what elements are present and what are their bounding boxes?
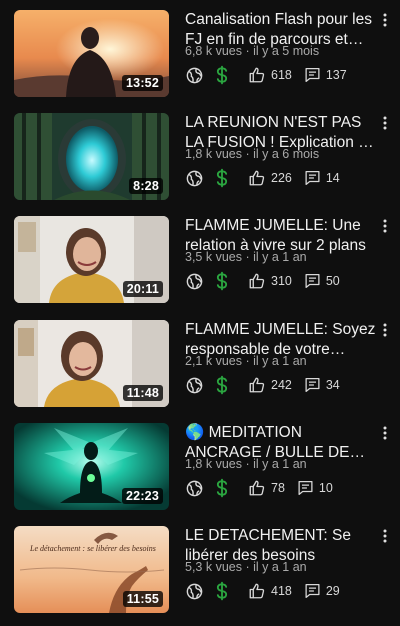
dollar-icon [214, 581, 230, 601]
video-duration: 8:28 [129, 178, 163, 194]
globe-icon [185, 272, 204, 291]
video-thumbnail[interactable]: 22:23 [14, 423, 169, 510]
like-count: 78 [271, 481, 285, 495]
globe-icon [185, 169, 204, 188]
video-duration: 20:11 [122, 281, 163, 297]
video-row[interactable]: 13:52 Canalisation Flash pour les FJ en … [0, 10, 400, 110]
dollar-icon [214, 65, 230, 85]
comment-count: 34 [325, 378, 340, 392]
video-thumbnail[interactable]: 20:11 [14, 216, 169, 303]
like-count: 618 [271, 68, 292, 82]
video-duration: 13:52 [122, 75, 163, 91]
like-count: 310 [271, 274, 292, 288]
comment-icon [304, 66, 321, 84]
video-meta: 3,5 k vues · il y a 1 an [185, 250, 307, 264]
upload-age: il y a 1 an [253, 457, 307, 471]
video-duration: 11:48 [122, 385, 163, 401]
upload-age: il y a 1 an [253, 560, 307, 574]
video-row[interactable]: 11:48 FLAMME JUMELLE: Soyez responsable … [0, 320, 400, 420]
like-count: 242 [271, 378, 292, 392]
comment-count: 29 [325, 584, 340, 598]
comment-icon [304, 169, 321, 187]
more-vert-icon[interactable] [377, 111, 393, 135]
video-row[interactable]: 20:11 FLAMME JUMELLE: Une relation à viv… [0, 216, 400, 316]
thumbs-up-icon [248, 582, 266, 600]
globe-icon [185, 479, 204, 498]
video-thumbnail[interactable]: Le détachement : se libérer des besoins … [14, 526, 169, 613]
video-meta: 6,8 k vues · il y a 5 mois [185, 44, 320, 58]
view-count: 2,1 k vues [185, 354, 242, 368]
dollar-icon [214, 168, 230, 188]
more-vert-icon[interactable] [377, 421, 393, 445]
view-count: 3,5 k vues [185, 250, 242, 264]
comment-count: 50 [325, 274, 340, 288]
comment-count: 10 [318, 481, 333, 495]
video-stats: 618 137 [185, 64, 395, 86]
thumbnail-caption: Le détachement : se libérer des besoins [30, 544, 156, 553]
video-meta: 1,8 k vues · il y a 1 an [185, 457, 307, 471]
video-row[interactable]: Le détachement : se libérer des besoins … [0, 526, 400, 626]
globe-icon [185, 66, 204, 85]
upload-age: il y a 1 an [253, 250, 307, 264]
video-row[interactable]: 8:28 LA REUNION N'EST PAS LA FUSION ! Ex… [0, 113, 400, 213]
more-vert-icon[interactable] [377, 318, 393, 342]
thumbs-up-icon [248, 169, 266, 187]
view-count: 1,8 k vues [185, 147, 242, 161]
video-meta: 2,1 k vues · il y a 1 an [185, 354, 307, 368]
dollar-icon [214, 375, 230, 395]
video-thumbnail[interactable]: 8:28 [14, 113, 169, 200]
like-count: 226 [271, 171, 292, 185]
comment-icon [304, 582, 321, 600]
upload-age: il y a 6 mois [253, 147, 320, 161]
dollar-icon [214, 478, 230, 498]
dollar-icon [214, 271, 230, 291]
video-stats: 242 34 [185, 374, 395, 396]
more-vert-icon[interactable] [377, 214, 393, 238]
video-stats: 418 29 [185, 580, 395, 602]
thumbs-up-icon [248, 376, 266, 394]
comment-count: 137 [325, 68, 347, 82]
view-count: 5,3 k vues [185, 560, 242, 574]
comment-icon [304, 376, 321, 394]
video-meta: 5,3 k vues · il y a 1 an [185, 560, 307, 574]
comment-icon [297, 479, 314, 497]
globe-icon [185, 376, 204, 395]
more-vert-icon[interactable] [377, 8, 393, 32]
video-row[interactable]: 22:23 🌎 MEDITATION ANCRAGE / BULLE DE PR… [0, 423, 400, 523]
video-stats: 78 10 [185, 477, 395, 499]
video-duration: 11:55 [122, 591, 163, 607]
view-count: 1,8 k vues [185, 457, 242, 471]
more-vert-icon[interactable] [377, 524, 393, 548]
video-list: 13:52 Canalisation Flash pour les FJ en … [0, 0, 400, 624]
video-meta: 1,8 k vues · il y a 6 mois [185, 147, 320, 161]
view-count: 6,8 k vues [185, 44, 242, 58]
comment-icon [304, 272, 321, 290]
like-count: 418 [271, 584, 292, 598]
thumbs-up-icon [248, 272, 266, 290]
thumbs-up-icon [248, 66, 266, 84]
globe-icon [185, 582, 204, 601]
video-thumbnail[interactable]: 13:52 [14, 10, 169, 97]
video-stats: 226 14 [185, 167, 395, 189]
upload-age: il y a 5 mois [253, 44, 320, 58]
upload-age: il y a 1 an [253, 354, 307, 368]
video-duration: 22:23 [122, 488, 163, 504]
video-stats: 310 50 [185, 270, 395, 292]
video-thumbnail[interactable]: 11:48 [14, 320, 169, 407]
thumbs-up-icon [248, 479, 266, 497]
comment-count: 14 [325, 171, 340, 185]
